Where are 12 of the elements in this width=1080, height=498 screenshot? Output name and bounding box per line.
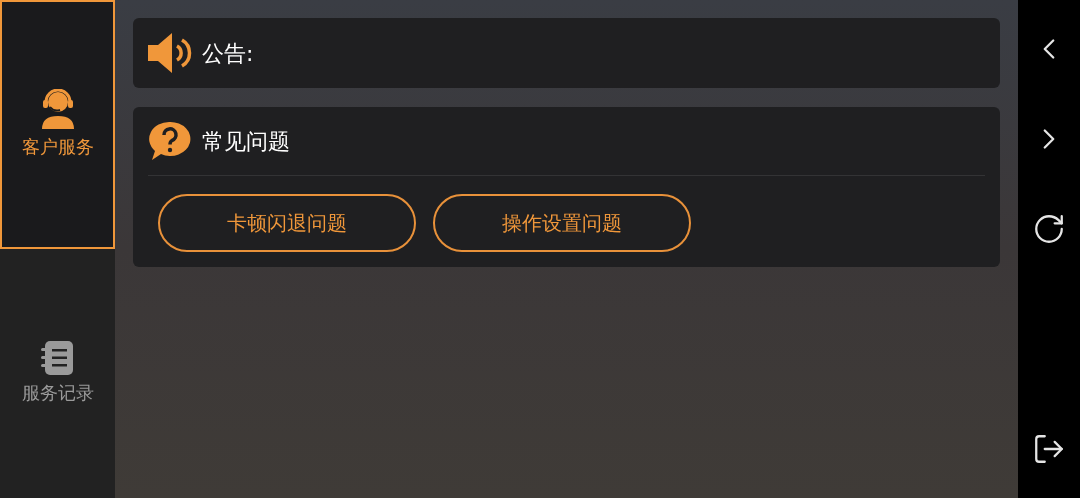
question-bubble-icon: [148, 121, 192, 161]
headset-person-icon: [39, 89, 76, 129]
faq-topic-button[interactable]: 操作设置问题: [433, 194, 691, 252]
exit-icon[interactable]: [1032, 432, 1066, 466]
sidebar-tab[interactable]: 服务记录: [0, 249, 115, 498]
notebook-icon: [40, 341, 75, 375]
faq-topic-button[interactable]: 卡顿闪退问题: [158, 194, 416, 252]
announcement-label: 公告:: [202, 39, 254, 68]
sidebar-tab[interactable]: 客户服务: [0, 0, 115, 249]
faq-title: 常见问题: [202, 127, 290, 156]
refresh-icon[interactable]: [1032, 212, 1066, 246]
speaker-icon: [148, 33, 192, 73]
